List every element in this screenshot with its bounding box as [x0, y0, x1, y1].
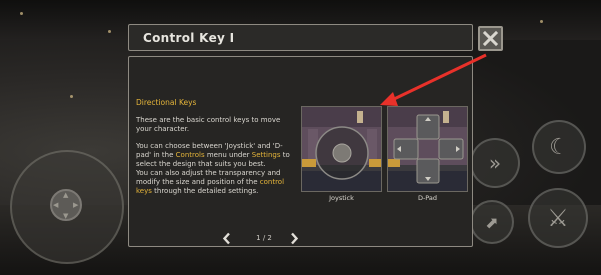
joystick-preview-image [301, 106, 382, 192]
arrow-down-icon: ▼ [63, 212, 69, 220]
ambient-light [70, 95, 73, 98]
dpad-preview-art [388, 107, 467, 191]
dash-button[interactable]: » [470, 138, 520, 188]
arrow-right-icon: ▶ [73, 201, 79, 209]
prev-page-button[interactable] [222, 232, 232, 248]
joystick-knob[interactable]: ▲ ▼ ◀ ▶ [50, 189, 82, 221]
design-paragraph: You can choose between 'Joystick' and 'D… [136, 142, 294, 169]
crescent-icon: ☾ [549, 134, 569, 160]
close-x-icon [482, 30, 499, 47]
control-keys-link[interactable]: control [260, 178, 284, 186]
chevron-left-icon [222, 232, 230, 245]
sword-icon: ⚔ [547, 204, 569, 232]
arrow-left-icon: ◀ [53, 201, 59, 209]
ambient-light [540, 20, 543, 23]
settings-link[interactable]: Settings [252, 151, 281, 159]
intro-paragraph: These are the basic control keys to move… [136, 116, 281, 133]
adjust-paragraph: You can also adjust the transparency and… [136, 169, 294, 196]
dialog-title: Control Key I [143, 30, 235, 45]
dpad-caption: D-Pad [417, 194, 438, 202]
jump-button[interactable]: ⬈ [470, 200, 514, 244]
text-run: select the design that suits you best. [136, 160, 266, 168]
chevron-right-icon [291, 232, 299, 245]
close-button[interactable] [478, 26, 503, 51]
ambient-light [108, 30, 111, 33]
dialog-title-bar: Control Key I [128, 24, 473, 51]
text-run: modify the size and position of the [136, 178, 260, 186]
text-run: menu under [204, 151, 252, 159]
controls-link[interactable]: Controls [176, 151, 205, 159]
skill-button[interactable]: ☾ [532, 120, 586, 174]
joystick-preview-art [302, 107, 381, 191]
virtual-joystick[interactable]: ▲ ▼ ◀ ▶ [10, 150, 124, 264]
section-title: Directional Keys [136, 98, 197, 107]
text-run: through the detailed settings. [151, 187, 259, 195]
dash-icon: » [488, 151, 502, 175]
text-run: pad' in the [136, 151, 176, 159]
joystick-caption: Joystick [329, 194, 354, 202]
next-page-button[interactable] [289, 232, 299, 248]
ambient-light [20, 12, 23, 15]
boot-icon: ⬈ [485, 212, 499, 232]
arrow-up-icon: ▲ [63, 191, 69, 199]
text-run: to [280, 151, 290, 159]
text-run: You can also adjust the transparency and [136, 169, 281, 177]
control-keys-link[interactable]: keys [136, 187, 152, 195]
dialog-panel: Directional Keys These are the basic con… [128, 56, 473, 247]
attack-button[interactable]: ⚔ [528, 188, 588, 248]
page-indicator: 1 / 2 [256, 234, 272, 242]
text-run: You can choose between 'Joystick' and 'D… [136, 142, 283, 150]
dpad-preview-image [387, 106, 468, 192]
